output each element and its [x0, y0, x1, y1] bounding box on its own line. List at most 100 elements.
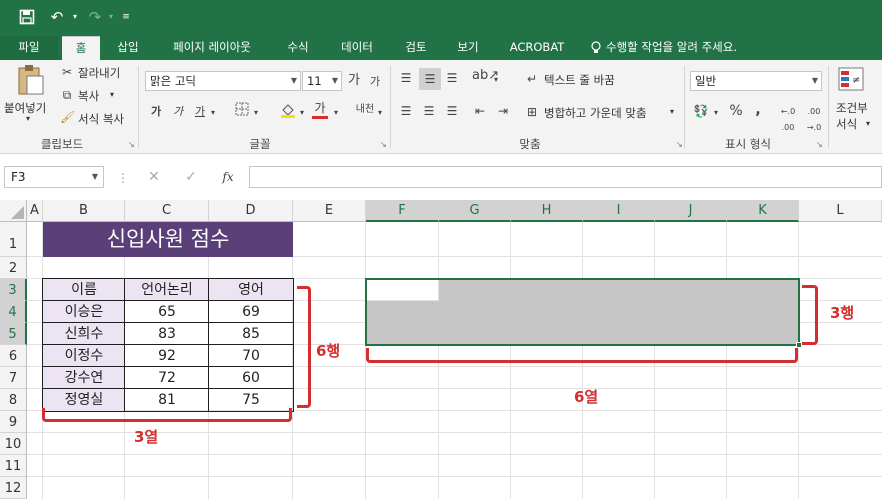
- tab-formulas[interactable]: 수식: [276, 36, 320, 60]
- formula-input[interactable]: [249, 166, 882, 188]
- cut-icon[interactable]: ✂: [60, 64, 74, 80]
- increase-indent-icon[interactable]: ⇥: [495, 103, 511, 119]
- font-launcher-icon[interactable]: ↘: [380, 140, 387, 149]
- tab-acrobat[interactable]: ACROBAT: [500, 36, 574, 60]
- row-header-5[interactable]: 5: [0, 323, 27, 345]
- font-size-combo[interactable]: 11 ▼: [302, 71, 342, 91]
- conditional-dropdown-icon[interactable]: ▾: [866, 119, 870, 128]
- bold-button[interactable]: 가: [149, 104, 163, 120]
- row-header-3[interactable]: 3: [0, 279, 27, 301]
- row-header-12[interactable]: 12: [0, 477, 27, 499]
- orientation-icon[interactable]: ab↗: [472, 68, 499, 84]
- merge-center-button[interactable]: 병합하고 가운데 맞춤: [544, 105, 647, 121]
- column-header-h[interactable]: H: [511, 200, 583, 222]
- percent-style-button[interactable]: %: [728, 103, 744, 119]
- tell-me-box[interactable]: 수행할 작업을 알려 주세요.: [606, 36, 766, 60]
- column-header-d[interactable]: D: [209, 200, 293, 222]
- comma-style-button[interactable]: ,: [752, 102, 764, 118]
- column-header-k[interactable]: K: [727, 200, 799, 222]
- align-left-icon[interactable]: ☰: [398, 103, 414, 119]
- column-header-l[interactable]: L: [799, 200, 882, 222]
- save-icon[interactable]: [16, 6, 38, 28]
- undo-dropdown-icon[interactable]: ▾: [70, 6, 80, 28]
- undo-icon[interactable]: ↶: [46, 6, 68, 28]
- row-header-1[interactable]: 1: [0, 222, 27, 257]
- column-header-f[interactable]: F: [366, 200, 439, 222]
- column-header-a[interactable]: A: [27, 200, 43, 222]
- tab-file[interactable]: 파일: [0, 36, 58, 60]
- format-painter-button[interactable]: 서식 복사: [78, 111, 124, 127]
- copy-dropdown-icon[interactable]: ▾: [110, 90, 114, 99]
- format-painter-icon[interactable]: 🖌: [60, 109, 75, 125]
- wrap-text-icon[interactable]: ↵: [525, 71, 539, 87]
- font-name-combo[interactable]: 맑은 고딕 ▼: [145, 71, 301, 91]
- row-header-6[interactable]: 6: [0, 345, 27, 367]
- name-box[interactable]: F3 ▼: [4, 166, 104, 188]
- number-launcher-icon[interactable]: ↘: [816, 140, 823, 149]
- borders-dropdown-icon[interactable]: ▾: [252, 105, 260, 121]
- copy-button[interactable]: 복사: [78, 88, 99, 104]
- decrease-decimal-icon[interactable]: .00 →.0: [804, 104, 824, 136]
- borders-icon[interactable]: [234, 102, 250, 120]
- align-center-icon[interactable]: ☰: [421, 103, 437, 119]
- paste-dropdown-icon[interactable]: ▾: [26, 114, 30, 123]
- row-header-11[interactable]: 11: [0, 455, 27, 477]
- conditional-formatting-button[interactable]: 조건부: [836, 100, 868, 116]
- row-header-9[interactable]: 9: [0, 411, 27, 433]
- column-header-g[interactable]: G: [439, 200, 511, 222]
- row-header-7[interactable]: 7: [0, 367, 27, 389]
- cut-button[interactable]: 잘라내기: [78, 65, 120, 81]
- redo-icon[interactable]: ↷: [84, 6, 106, 28]
- clipboard-launcher-icon[interactable]: ↘: [128, 140, 135, 149]
- tab-view[interactable]: 보기: [446, 36, 490, 60]
- tab-review[interactable]: 검토: [394, 36, 438, 60]
- select-all-corner[interactable]: [0, 200, 27, 222]
- drag-handle-icon[interactable]: ⋮: [117, 170, 129, 186]
- selection-range[interactable]: [365, 278, 800, 346]
- customize-icon[interactable]: ≡: [120, 6, 132, 28]
- paste-icon[interactable]: [14, 64, 46, 98]
- column-header-b[interactable]: B: [43, 200, 125, 222]
- row-header-2[interactable]: 2: [0, 257, 27, 279]
- phonetic-dropdown-icon[interactable]: ▾: [376, 105, 384, 121]
- align-bottom-icon[interactable]: ☰: [444, 70, 460, 86]
- column-header-i[interactable]: I: [583, 200, 655, 222]
- redo-dropdown-icon[interactable]: ▾: [106, 6, 116, 28]
- fill-color-icon[interactable]: [280, 102, 296, 122]
- column-header-j[interactable]: J: [655, 200, 727, 222]
- grow-font-icon[interactable]: 가: [346, 73, 362, 89]
- accounting-format-icon[interactable]: 💱: [692, 103, 710, 119]
- fill-color-dropdown-icon[interactable]: ▾: [298, 105, 306, 121]
- row-header-4[interactable]: 4: [0, 301, 27, 323]
- underline-dropdown-icon[interactable]: ▾: [209, 105, 217, 121]
- tab-data[interactable]: 데이터: [330, 36, 384, 60]
- align-top-icon[interactable]: ☰: [398, 70, 414, 86]
- worksheet-grid[interactable]: A B C D E F G H I J K L 1 2 3 4 5 6 7 8 …: [0, 200, 882, 499]
- row-header-10[interactable]: 10: [0, 433, 27, 455]
- italic-button[interactable]: 가: [171, 104, 185, 120]
- alignment-launcher-icon[interactable]: ↘: [676, 140, 683, 149]
- tab-page-layout[interactable]: 페이지 레이아웃: [160, 36, 264, 60]
- tab-insert[interactable]: 삽입: [106, 36, 150, 60]
- font-color-icon[interactable]: 가: [312, 100, 328, 119]
- number-format-combo[interactable]: 일반 ▼: [690, 71, 822, 91]
- phonetic-icon[interactable]: 내천: [354, 102, 376, 118]
- wrap-text-button[interactable]: 텍스트 줄 바꿈: [544, 72, 615, 88]
- sheet-title-cell[interactable]: 신입사원 점수: [43, 222, 293, 257]
- cancel-icon[interactable]: ✕: [146, 169, 162, 185]
- insert-function-button[interactable]: fx: [219, 169, 237, 185]
- orientation-dropdown-icon[interactable]: ▾: [492, 72, 500, 88]
- align-middle-icon[interactable]: ☰: [419, 68, 441, 90]
- column-header-e[interactable]: E: [293, 200, 366, 222]
- align-right-icon[interactable]: ☰: [444, 103, 460, 119]
- merge-center-icon[interactable]: ⊞: [525, 104, 539, 120]
- copy-icon[interactable]: ⧉: [60, 87, 74, 103]
- accounting-dropdown-icon[interactable]: ▾: [712, 105, 720, 121]
- increase-decimal-icon[interactable]: ←.0.00: [778, 104, 798, 136]
- merge-dropdown-icon[interactable]: ▾: [670, 107, 674, 116]
- enter-icon[interactable]: ✓: [183, 169, 199, 185]
- font-color-dropdown-icon[interactable]: ▾: [332, 105, 340, 121]
- tab-home[interactable]: 홈: [62, 36, 100, 60]
- column-header-c[interactable]: C: [125, 200, 209, 222]
- decrease-indent-icon[interactable]: ⇤: [472, 103, 488, 119]
